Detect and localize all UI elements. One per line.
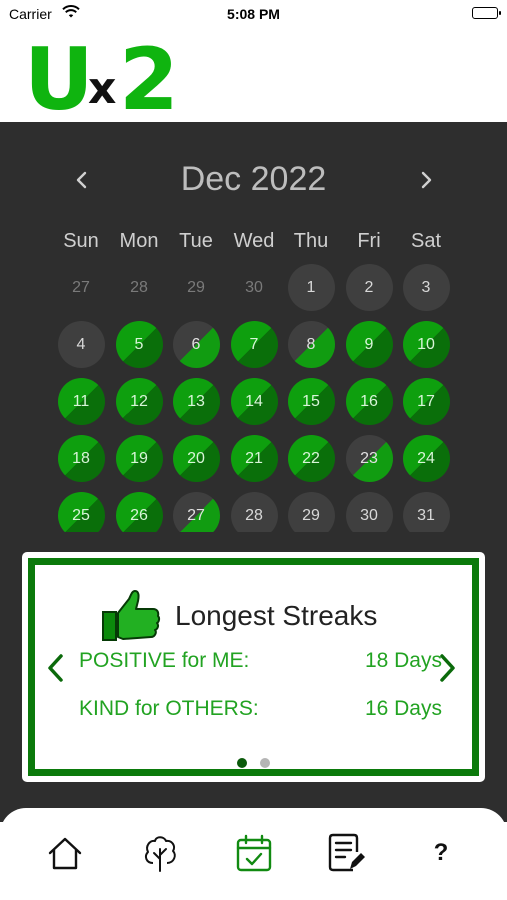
page-dot-inactive[interactable] (259, 758, 270, 768)
calendar-day[interactable]: 2 (345, 264, 393, 311)
calendar-day[interactable]: 31 (402, 492, 450, 532)
bottom-tab-bar: ? (0, 808, 507, 900)
positive-streak-label: POSITIVE for ME: (79, 649, 250, 672)
calendar-day[interactable]: 28 (230, 492, 278, 532)
weekday-label: Tue (179, 230, 213, 252)
logo-letter-x: x (88, 63, 117, 114)
calendar-day[interactable]: 16 (345, 378, 393, 425)
calendar-day: 30 (245, 278, 263, 296)
calendar-day[interactable]: 14 (230, 378, 278, 425)
weekday-label: Sat (410, 230, 442, 252)
calendar-day[interactable]: 8 (287, 321, 335, 368)
streak-card: Longest Streaks POSITIVE for ME: 18 Days… (22, 552, 485, 782)
tab-journal[interactable] (327, 832, 367, 874)
calendar-day[interactable]: 19 (115, 435, 163, 482)
weekday-header-row: Sun Mon Tue Wed Thu Fri Sat (0, 230, 507, 256)
calendar-day[interactable]: 17 (402, 378, 450, 425)
kind-streak-label: KIND for OTHERS: (79, 697, 259, 720)
chevron-right-icon (421, 171, 432, 189)
tree-icon (144, 836, 176, 872)
calendar-day[interactable]: 1 (287, 264, 335, 311)
question-icon: ? (433, 839, 449, 866)
calendar-day[interactable]: 13 (172, 378, 220, 425)
weekday-label: Thu (293, 230, 329, 252)
calendar-day[interactable]: 10 (402, 321, 450, 368)
logo-digit-2: 2 (119, 30, 179, 130)
note-edit-icon (328, 833, 365, 872)
positive-streak-value: 18 Days (364, 649, 442, 672)
clock-time: 5:08 PM (227, 6, 280, 22)
thumbs-up-icon (101, 587, 161, 647)
calendar-panel: Dec 2022 Sun Mon Tue Wed Thu Fri Sat 27 28 29 30 1… (0, 122, 507, 822)
calendar-day: 27 (72, 278, 90, 296)
kind-streak-value: 16 Days (364, 697, 442, 720)
calendar-day[interactable]: 20 (172, 435, 220, 482)
calendar-day: 28 (130, 278, 148, 296)
logo-letter-u: U (24, 30, 94, 130)
calendar-check-icon (236, 834, 272, 872)
calendar-day[interactable]: 7 (230, 321, 278, 368)
streak-card-body: Longest Streaks POSITIVE for ME: 18 Days… (28, 558, 479, 776)
battery-icon (472, 7, 501, 19)
calendar-day[interactable]: 21 (230, 435, 278, 482)
next-month-button[interactable] (414, 168, 438, 192)
calendar-day[interactable]: 11 (57, 378, 105, 425)
page-dot-active[interactable] (237, 758, 248, 768)
home-icon (48, 837, 82, 870)
calendar-day[interactable]: 18 (57, 435, 105, 482)
calendar-day[interactable]: 3 (402, 264, 450, 311)
page-indicator (35, 755, 472, 773)
tab-home[interactable] (45, 832, 85, 874)
streak-prev-button[interactable] (45, 653, 67, 683)
tab-help[interactable]: ? (421, 832, 461, 874)
calendar-day[interactable]: 22 (287, 435, 335, 482)
chevron-left-icon (48, 654, 63, 682)
calendar-day[interactable]: 24 (402, 435, 450, 482)
calendar-day[interactable]: 9 (345, 321, 393, 368)
month-header: Dec 2022 (0, 158, 507, 202)
streak-card-title: Longest Streaks (175, 600, 378, 631)
app-logo: U x 2 (24, 30, 184, 130)
calendar-day[interactable]: 29 (287, 492, 335, 532)
tab-growth[interactable] (140, 832, 180, 874)
calendar-day[interactable]: 12 (115, 378, 163, 425)
weekday-label: Mon (119, 230, 159, 252)
calendar-day[interactable]: 26 (115, 492, 163, 532)
calendar-day[interactable]: 25 (57, 492, 105, 532)
calendar-day-grid: 27 28 29 30 1 2 3 4 5 6 7 8 9 10 11 12 13 14 15 16 17 18 19 20 2… (0, 264, 507, 532)
weekday-label: Fri (357, 230, 381, 252)
tab-calendar[interactable] (234, 832, 274, 874)
calendar-day[interactable]: 4 (57, 321, 105, 368)
weekday-label: Wed (233, 230, 275, 252)
calendar-day[interactable]: 5 (115, 321, 163, 368)
calendar-day[interactable]: 6 (172, 321, 220, 368)
calendar-day[interactable]: 27 (172, 492, 220, 532)
calendar-day[interactable]: 15 (287, 378, 335, 425)
status-bar: Carrier 5:08 PM (0, 0, 507, 30)
calendar-day: 29 (187, 278, 205, 296)
calendar-day[interactable]: 30 (345, 492, 393, 532)
calendar-day[interactable]: 23 (345, 435, 393, 482)
weekday-label: Sun (63, 230, 99, 252)
